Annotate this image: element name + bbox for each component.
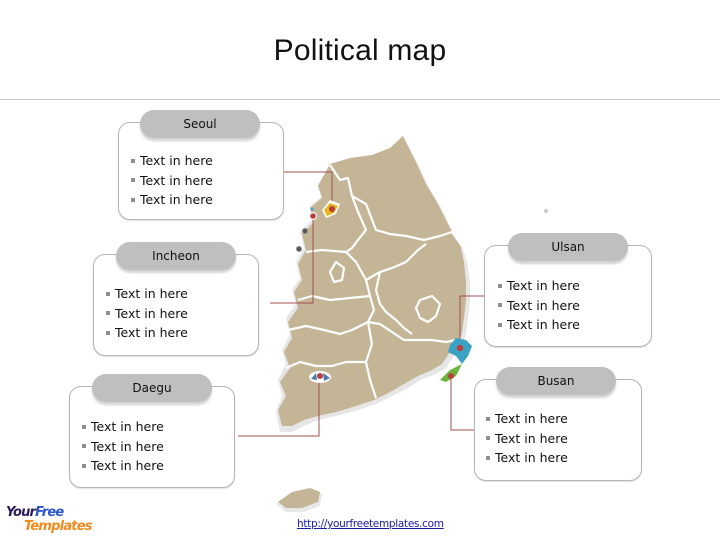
bullet-square-icon: [106, 330, 110, 335]
bullet-item: Text in here: [82, 417, 164, 437]
bullet-square-icon: [106, 311, 110, 315]
bullet-square-icon: [131, 178, 135, 182]
bullet-item: Text in here: [486, 409, 568, 429]
footer-website-link[interactable]: http://yourfreetemplates.com: [297, 518, 444, 530]
seoul-label: Seoul: [140, 110, 260, 138]
logo-text-your: Your: [6, 505, 36, 520]
bullet-square-icon: [486, 436, 490, 440]
bullet-item: Text in here: [486, 429, 568, 449]
ulsan-bullets: Text in here Text in here Text in here: [498, 276, 580, 335]
daegu-bullets: Text in here Text in here Text in here: [82, 417, 164, 476]
bullet-item: Text in here: [106, 323, 188, 343]
busan-bullets: Text in here Text in here Text in here: [486, 409, 568, 468]
incheon-bullets: Text in here Text in here Text in here: [106, 284, 188, 343]
daegu-label: Daegu: [92, 374, 212, 402]
incheon-label: Incheon: [116, 242, 236, 270]
bullet-square-icon: [82, 463, 86, 468]
bullet-item: Text in here: [498, 296, 580, 316]
seoul-bullets: Text in here Text in here Text in here: [131, 151, 213, 210]
ulsan-label: Ulsan: [508, 233, 628, 261]
bullet-item: Text in here: [498, 315, 580, 335]
bullet-square-icon: [131, 158, 135, 163]
bullet-square-icon: [82, 424, 86, 429]
ulleung-island: [544, 209, 548, 213]
bullet-item: Text in here: [131, 190, 213, 210]
bullet-square-icon: [82, 444, 86, 448]
bullet-square-icon: [498, 283, 502, 288]
yourfreetemplates-logo: YourFree Templates: [6, 505, 106, 537]
bullet-square-icon: [106, 291, 110, 296]
bullet-square-icon: [486, 416, 490, 421]
bullet-item: Text in here: [82, 456, 164, 476]
bullet-item: Text in here: [486, 448, 568, 468]
bullet-item: Text in here: [131, 171, 213, 191]
bullet-item: Text in here: [106, 304, 188, 324]
bullet-square-icon: [486, 455, 490, 460]
daegu-marker: [309, 371, 331, 383]
bullet-item: Text in here: [498, 276, 580, 296]
mainland-land: [278, 136, 466, 426]
bullet-square-icon: [131, 197, 135, 202]
bullet-item: Text in here: [106, 284, 188, 304]
logo-text-templates: Templates: [24, 519, 92, 534]
bullet-item: Text in here: [82, 437, 164, 457]
bullet-item: Text in here: [131, 151, 213, 171]
bullet-square-icon: [498, 303, 502, 307]
busan-connector: [450, 374, 474, 431]
logo-text-free: Free: [35, 505, 64, 520]
bullet-square-icon: [498, 322, 502, 327]
busan-label: Busan: [496, 367, 616, 395]
